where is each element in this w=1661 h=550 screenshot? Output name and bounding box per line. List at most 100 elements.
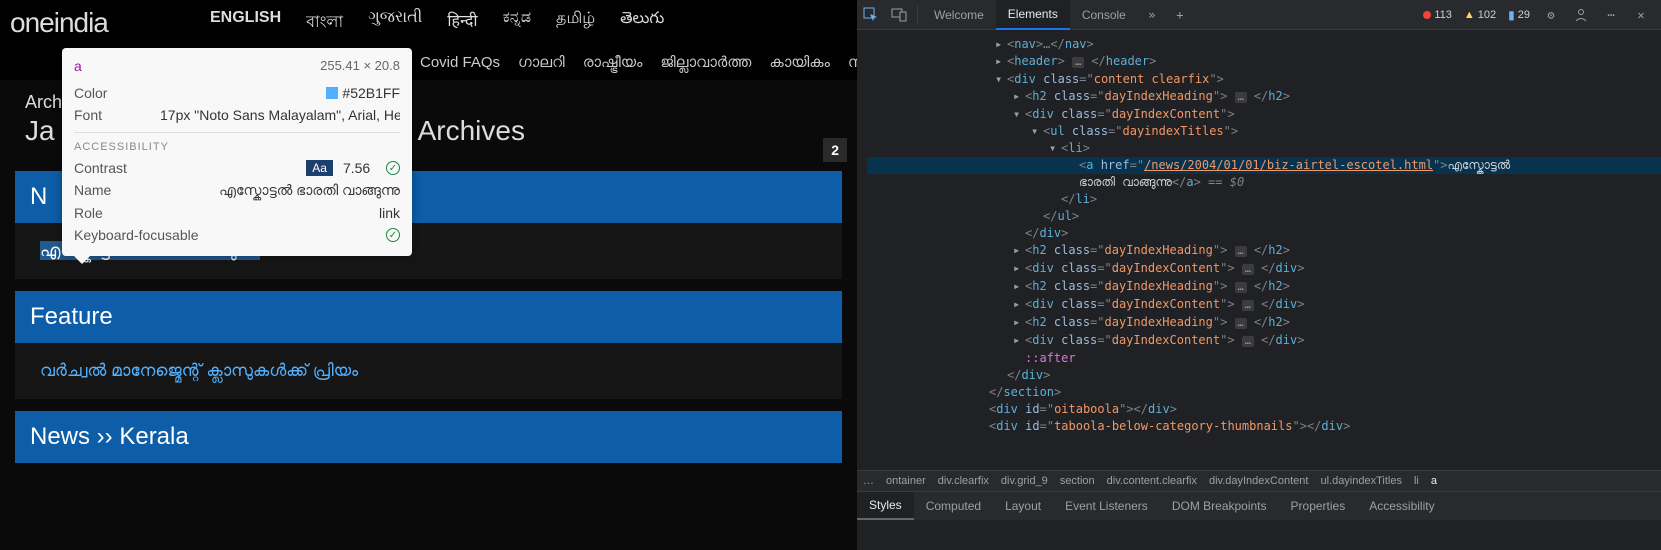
tree-line[interactable]: ▸<h2 class="dayIndexHeading"> … </h2>: [867, 278, 1661, 296]
page-title-suffix: s Archives: [397, 115, 525, 147]
section-heading: News ›› Kerala: [15, 411, 842, 463]
tree-line[interactable]: </ul>: [867, 208, 1661, 225]
subnav-item[interactable]: Covid FAQs: [420, 54, 500, 71]
crumb[interactable]: a: [1431, 475, 1437, 487]
more-tabs-icon[interactable]: »: [1138, 1, 1166, 29]
inspect-element-icon[interactable]: [857, 1, 885, 29]
tooltip-tag: a: [74, 58, 82, 74]
language-item[interactable]: ಕನ್ನಡ: [503, 9, 531, 36]
devtools-topbar: WelcomeElementsConsole » + 113 ▲102 ▮29 …: [857, 0, 1661, 30]
tooltip-kbd-label: Keyboard-focusable: [74, 227, 199, 243]
news-link[interactable]: വർച്വൽ മാനേജ്മെന്റ് ക്ലാസുകൾക്ക് പ്രിയം: [40, 361, 358, 380]
subnav-item[interactable]: രാഷ്ട്രീയം: [583, 54, 643, 71]
subnav-item[interactable]: ജില്ലാവാർത്ത: [660, 54, 751, 71]
account-icon[interactable]: [1567, 1, 1595, 29]
tooltip-arrow-icon: [74, 256, 90, 264]
info-badge[interactable]: ▮29: [1503, 8, 1535, 22]
tree-line[interactable]: <div id="oitaboola"></div>: [867, 401, 1661, 418]
logo-text: oneindia: [10, 7, 108, 39]
styles-subtab[interactable]: DOM Breakpoints: [1160, 492, 1279, 520]
tree-line[interactable]: </section>: [867, 384, 1661, 401]
language-item[interactable]: தமிழ்: [556, 9, 595, 36]
language-item[interactable]: ગુજરાતી: [368, 9, 422, 36]
tree-line[interactable]: ▾<div class="content clearfix">: [867, 71, 1661, 88]
tree-line[interactable]: ▸<header> … </header>: [867, 53, 1661, 71]
language-item[interactable]: ENGLISH: [210, 9, 281, 36]
tooltip-color-value: #52B1FF: [342, 85, 400, 101]
webpage-viewport: oneindia ENGLISH বাংলা ગુજરાતી हिन्दी ಕನ್ನಡ த…: [0, 0, 857, 550]
tooltip-color-label: Color: [74, 85, 107, 101]
color-swatch-icon: [326, 87, 338, 99]
check-icon: ✓: [386, 161, 400, 175]
tooltip-name-value: എസ്കോട്ടൽ ഭാരതി വാങ്ങുന്നു: [219, 182, 400, 199]
crumb[interactable]: ontainer: [886, 475, 926, 487]
tree-line[interactable]: <div id="taboola-below-category-thumbnai…: [867, 418, 1661, 435]
crumb[interactable]: ul.dayindexTitles: [1320, 475, 1402, 487]
styles-subtab[interactable]: Computed: [914, 492, 993, 520]
tree-line[interactable]: </div>: [867, 367, 1661, 384]
device-toolbar-icon[interactable]: [885, 1, 913, 29]
tree-line[interactable]: ▸<h2 class="dayIndexHeading"> … </h2>: [867, 314, 1661, 332]
tree-line[interactable]: ▸<h2 class="dayIndexHeading"> … </h2>: [867, 88, 1661, 106]
crumb[interactable]: section: [1060, 475, 1095, 487]
tree-line[interactable]: ▸<div class="dayIndexContent"> … </div>: [867, 296, 1661, 314]
breadcrumb-trail[interactable]: … ontainer div.clearfix div.grid_9 section di…: [857, 470, 1661, 492]
tree-line[interactable]: ▸<div class="dayIndexContent"> … </div>: [867, 332, 1661, 350]
tooltip-name-label: Name: [74, 182, 111, 199]
tree-line[interactable]: ▾<li>: [867, 140, 1661, 157]
styles-subtab[interactable]: Properties: [1279, 492, 1358, 520]
tooltip-accessibility-header: ACCESSIBILITY: [74, 132, 400, 153]
devtools-tab[interactable]: Console: [1070, 0, 1138, 30]
settings-icon[interactable]: ⚙: [1537, 1, 1565, 29]
tooltip-dimensions: 255.41 × 20.8: [320, 58, 400, 74]
crumb[interactable]: div.grid_9: [1001, 475, 1048, 487]
section-heading: Feature: [15, 291, 842, 343]
language-item[interactable]: বাংলা: [306, 9, 343, 36]
language-bar: oneindia ENGLISH বাংলা ગુજરાતી हिन्दी ಕನ್ನಡ த…: [0, 0, 857, 45]
styles-subtabs: StylesComputedLayoutEvent ListenersDOM B…: [857, 492, 1661, 520]
language-item[interactable]: తెలుగు: [620, 9, 664, 36]
devtools-tab[interactable]: Welcome: [922, 0, 996, 30]
styles-subtab[interactable]: Event Listeners: [1053, 492, 1160, 520]
tree-line[interactable]: ▸<div class="dayIndexContent"> … </div>: [867, 260, 1661, 278]
tree-line[interactable]: ▸<h2 class="dayIndexHeading"> … </h2>: [867, 242, 1661, 260]
inspect-tooltip: a 255.41 × 20.8 Color #52B1FF Font 17px …: [62, 48, 412, 256]
year-button[interactable]: 2: [823, 138, 847, 162]
subnav-item[interactable]: കായികം: [769, 54, 829, 71]
language-item[interactable]: हिन्दी: [447, 9, 477, 36]
tooltip-role-label: Role: [74, 205, 103, 221]
site-logo[interactable]: oneindia: [10, 7, 210, 39]
tree-line[interactable]: ::after: [867, 350, 1661, 367]
language-list: ENGLISH বাংলা ગુજરાતી हिन्दी ಕನ್ನಡ தமிழ் తెలుగ…: [210, 9, 664, 36]
devtools-tab[interactable]: Elements: [996, 0, 1070, 30]
warnings-badge[interactable]: ▲102: [1459, 9, 1501, 21]
tree-line[interactable]: </li>: [867, 191, 1661, 208]
styles-subtab[interactable]: Layout: [993, 492, 1053, 520]
elements-tree[interactable]: ▸<nav>…</nav>▸<header> … </header>▾<div …: [857, 30, 1661, 470]
crumb[interactable]: div.clearfix: [938, 475, 989, 487]
tooltip-role-value: link: [379, 205, 400, 221]
section-body: വർച്വൽ മാനേജ്മെന്റ് ക്ലാസുകൾക്ക് പ്രിയം: [15, 343, 842, 399]
kebab-icon[interactable]: ⋯: [1597, 1, 1625, 29]
tooltip-contrast-value: 7.56: [343, 160, 370, 176]
errors-badge[interactable]: 113: [1418, 9, 1457, 21]
tree-line[interactable]: </div>: [867, 225, 1661, 242]
tree-line[interactable]: ▸<nav>…</nav>: [867, 36, 1661, 53]
tooltip-contrast-label: Contrast: [74, 160, 127, 176]
crumb[interactable]: div.content.clearfix: [1107, 475, 1197, 487]
tree-line[interactable]: ഭാരതി വാങ്ങുന്നു</a> == $0: [867, 174, 1661, 191]
crumb[interactable]: div.dayIndexContent: [1209, 475, 1308, 487]
tooltip-font-label: Font: [74, 107, 102, 123]
close-icon[interactable]: ✕: [1627, 1, 1655, 29]
subnav-item[interactable]: സിന: [848, 54, 857, 71]
crumb[interactable]: li: [1414, 475, 1419, 487]
check-icon: ✓: [386, 228, 400, 242]
tree-line[interactable]: <a href="/news/2004/01/01/biz-airtel-esc…: [867, 157, 1661, 174]
tree-line[interactable]: ▾<ul class="dayindexTitles">: [867, 123, 1661, 140]
tree-line[interactable]: ▾<div class="dayIndexContent">: [867, 106, 1661, 123]
styles-subtab[interactable]: Accessibility: [1357, 492, 1446, 520]
styles-subtab[interactable]: Styles: [857, 492, 914, 520]
subnav-item[interactable]: ഗാലറി: [518, 54, 565, 71]
add-tab-icon[interactable]: +: [1166, 1, 1194, 29]
crumb-more[interactable]: …: [863, 475, 874, 487]
